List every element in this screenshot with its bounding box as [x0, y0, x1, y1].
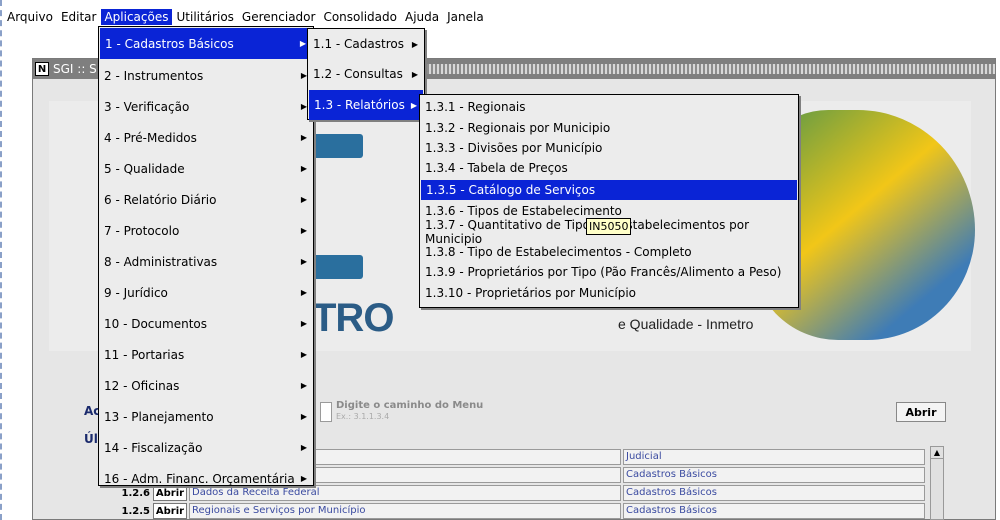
submenu-arrow-icon: ▶: [300, 133, 307, 142]
menu-item-label: 14 - Fiscalização: [104, 440, 203, 455]
table-scrollbar[interactable]: ▲: [930, 446, 944, 520]
window-title: SGI :: S: [53, 62, 97, 76]
menu-item-label: 2 - Instrumentos: [104, 68, 204, 83]
submenu-arrow-icon: ▶: [300, 443, 307, 452]
submenu-arrow-icon: ▶: [300, 288, 307, 297]
menu-utilitarios[interactable]: Utilitários: [174, 9, 237, 25]
menu-item-label: 1 - Cadastros Básicos: [105, 36, 234, 51]
row-category: Cadastros Básicos: [623, 467, 925, 483]
row-open-button[interactable]: Abrir: [153, 503, 187, 519]
menu-item-label: 1.3 - Relatórios: [314, 98, 405, 112]
left-dashed-edge: [0, 0, 4, 520]
menu-item-fiscalizacao[interactable]: 14 - Fiscalização ▶: [99, 432, 313, 463]
menu-item-proprietarios-por-municipio[interactable]: 1.3.10 - Proprietários por Município: [420, 283, 798, 303]
menu-item-consultas[interactable]: 1.2 - Consultas ▶: [308, 59, 424, 89]
menu-item-instrumentos[interactable]: 2 - Instrumentos ▶: [99, 60, 313, 91]
menu-item-label: 6 - Relatório Diário: [104, 192, 217, 207]
menu-item-label: 11 - Portarias: [104, 347, 185, 362]
submenu-arrow-icon: ▶: [300, 412, 307, 421]
menu-item-label: 8 - Administrativas: [104, 254, 218, 269]
menu-bar: Arquivo Editar Aplicações Utilitários Ge…: [4, 7, 489, 27]
menu-item-verificacao[interactable]: 3 - Verificação ▶: [99, 91, 313, 122]
row-description: Regionais e Serviços por Município: [189, 503, 621, 519]
menu-item-label: 5 - Qualidade: [104, 161, 185, 176]
submenu-arrow-icon: ▶: [411, 39, 418, 49]
menu-item-portarias[interactable]: 11 - Portarias ▶: [99, 339, 313, 370]
menu-janela[interactable]: Janela: [444, 9, 487, 25]
menu-aplicacoes[interactable]: Aplicações: [101, 9, 172, 25]
menu-item-cadastros-basicos[interactable]: 1 - Cadastros Básicos ▶: [100, 28, 312, 59]
submenu-arrow-icon: ▶: [300, 474, 307, 483]
last-used-label: Úl: [84, 432, 98, 446]
menu-path-input[interactable]: [320, 402, 332, 422]
menu-item-planejamento[interactable]: 13 - Planejamento ▶: [99, 401, 313, 432]
aplicacoes-menu: 1 - Cadastros Básicos ▶ 2 - Instrumentos ▶…: [98, 26, 314, 486]
menu-item-cadastros[interactable]: 1.1 - Cadastros ▶: [308, 29, 424, 59]
menu-item-proprietarios-por-tipo[interactable]: 1.3.9 - Proprietários por Tipo (Pão Fran…: [420, 262, 798, 282]
submenu-arrow-icon: ▶: [300, 381, 307, 390]
row-category: Cadastros Básicos: [623, 485, 925, 501]
menu-item-label: 10 - Documentos: [104, 316, 207, 331]
menu-ajuda[interactable]: Ajuda: [402, 9, 442, 25]
row-category: Judicial: [623, 449, 925, 465]
menu-item-adm-financ[interactable]: 16 - Adm. Financ. Orçamentária ▶: [99, 463, 313, 494]
menu-item-juridico[interactable]: 9 - Jurídico ▶: [99, 277, 313, 308]
submenu-arrow-icon: ▶: [300, 350, 307, 359]
submenu-arrow-icon: ▶: [300, 257, 307, 266]
tooltip: IN5050: [586, 218, 632, 235]
menu-item-tabela-de-precos[interactable]: 1.3.4 - Tabela de Preços: [420, 158, 798, 178]
cadastros-basicos-submenu: 1.1 - Cadastros ▶ 1.2 - Consultas ▶ 1.3 - …: [307, 28, 425, 120]
menu-item-label: 7 - Protocolo: [104, 223, 180, 238]
menu-item-label: 12 - Oficinas: [104, 378, 180, 393]
menu-gerenciador[interactable]: Gerenciador: [239, 9, 319, 25]
menu-item-label: 13 - Planejamento: [104, 409, 214, 424]
row-category: Cadastros Básicos: [623, 503, 925, 519]
menu-item-documentos[interactable]: 10 - Documentos ▶: [99, 308, 313, 339]
menu-item-label: 9 - Jurídico: [104, 285, 168, 300]
menu-item-qualidade[interactable]: 5 - Qualidade ▶: [99, 153, 313, 184]
menu-item-oficinas[interactable]: 12 - Oficinas ▶: [99, 370, 313, 401]
submenu-arrow-icon: ▶: [411, 69, 418, 79]
row-code: 1.2.5: [121, 505, 150, 517]
menu-item-relatorios[interactable]: 1.3 - Relatórios ▶: [309, 90, 423, 120]
menu-item-label: 3 - Verificação: [104, 99, 190, 114]
logo-text: TRO: [312, 296, 394, 340]
submenu-arrow-icon: ▶: [300, 164, 307, 173]
menu-item-regionais-por-municipio[interactable]: 1.3.2 - Regionais por Municipio: [420, 117, 798, 137]
menu-item-label: 4 - Pré-Medidos: [104, 130, 197, 145]
menu-item-divisoes-por-municipio[interactable]: 1.3.3 - Divisões por Município: [420, 138, 798, 158]
open-path-button[interactable]: Abrir: [896, 402, 946, 422]
relatorios-submenu: 1.3.1 - Regionais 1.3.2 - Regionais por …: [419, 94, 799, 308]
submenu-arrow-icon: ▶: [300, 319, 307, 328]
menu-item-label: 16 - Adm. Financ. Orçamentária: [104, 471, 295, 486]
menu-item-pre-medidos[interactable]: 4 - Pré-Medidos ▶: [99, 122, 313, 153]
submenu-arrow-icon: ▶: [300, 195, 307, 204]
menu-arquivo[interactable]: Arquivo: [4, 9, 56, 25]
submenu-arrow-icon: ▶: [300, 226, 307, 235]
menu-consolidado[interactable]: Consolidado: [320, 9, 400, 25]
submenu-arrow-icon: ▶: [410, 100, 417, 110]
app-icon: N: [35, 62, 49, 76]
menu-item-administrativas[interactable]: 8 - Administrativas ▶: [99, 246, 313, 277]
menu-item-regionais[interactable]: 1.3.1 - Regionais: [420, 97, 798, 117]
menu-item-protocolo[interactable]: 7 - Protocolo ▶: [99, 215, 313, 246]
slogan: e Qualidade - Inmetro: [618, 316, 754, 332]
menu-item-catalogo-de-servicos[interactable]: 1.3.5 - Catálogo de Serviços: [421, 179, 797, 200]
menu-path-example: Ex.: 3.1.1.3.4: [336, 412, 390, 421]
menu-item-relatorio-diario[interactable]: 6 - Relatório Diário ▶: [99, 184, 313, 215]
menu-item-label: 1.1 - Cadastros: [313, 37, 404, 51]
menu-editar[interactable]: Editar: [58, 9, 100, 25]
scroll-up-icon[interactable]: ▲: [931, 447, 943, 459]
submenu-arrow-icon: ▶: [299, 39, 306, 48]
menu-item-label: 1.2 - Consultas: [313, 67, 403, 81]
table-row: 1.2.5 Abrir Regionais e Serviços por Mun…: [110, 503, 925, 519]
menu-path-label: Digite o caminho do Menu: [336, 400, 484, 411]
